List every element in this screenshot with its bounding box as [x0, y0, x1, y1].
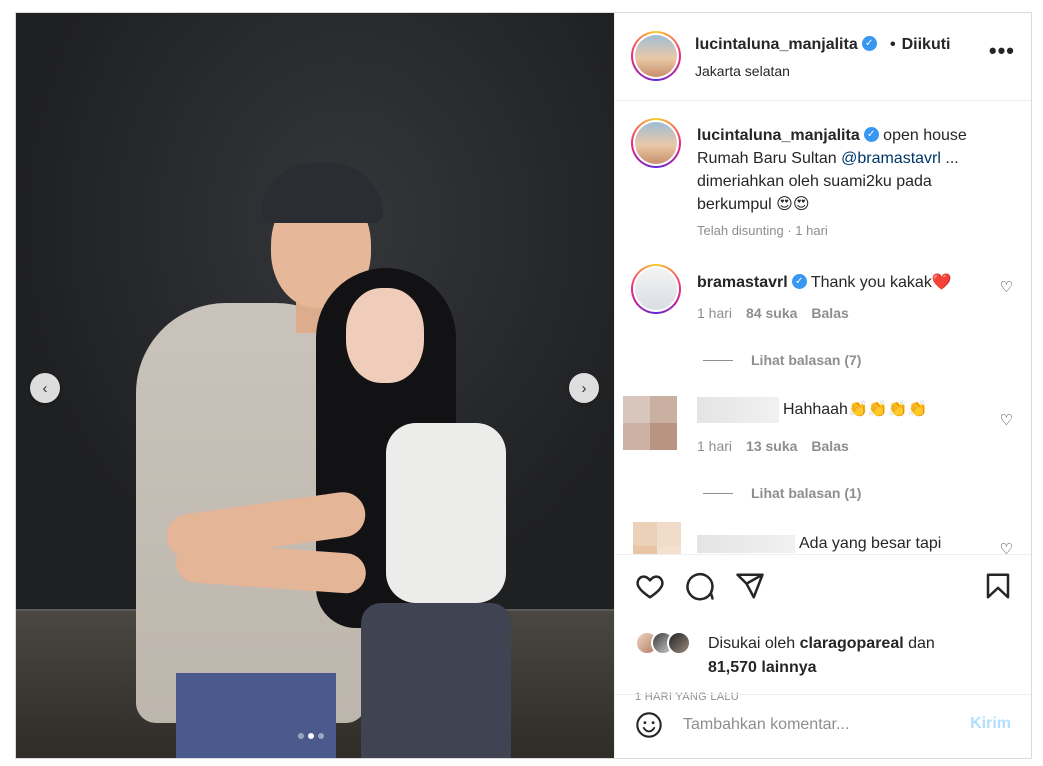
avatar[interactable]	[623, 396, 677, 450]
avatar[interactable]	[633, 522, 681, 554]
verified-badge-icon: ✓	[861, 36, 877, 52]
comment-username[interactable]	[697, 397, 779, 423]
location-link[interactable]: Jakarta selatan	[695, 63, 790, 79]
likes-count-link[interactable]: 81,570 lainnya	[708, 659, 817, 676]
comment-text: Ada yang besar tapi	[697, 534, 987, 554]
caption-text: lucintaluna_manjalita ✓ open house Rumah …	[697, 127, 967, 213]
carousel-dot	[298, 733, 304, 739]
post-photo[interactable]: ‹ ›	[16, 13, 614, 758]
carousel-indicator	[298, 733, 324, 739]
reply-button[interactable]: Balas	[811, 438, 848, 454]
carousel-dot	[318, 733, 324, 739]
chevron-right-icon: ›	[581, 379, 587, 397]
comment-likes[interactable]: 84 suka	[746, 305, 797, 321]
comment-username[interactable]: bramastavrl ✓	[697, 274, 807, 291]
comments-section: lucintaluna_manjalita ✓ open house Rumah …	[615, 102, 1031, 554]
comment-text: Hahhaah👏👏👏👏	[697, 397, 987, 423]
like-heart-icon[interactable]	[635, 571, 665, 601]
comment-like-heart-icon[interactable]: ♡	[1000, 540, 1013, 554]
comment-text: bramastavrl ✓ Thank you kakak❤️	[697, 274, 952, 291]
liked-by-user-link[interactable]: claragopareal	[800, 635, 904, 652]
reply-button[interactable]: Balas	[811, 305, 848, 321]
carousel-dot-active	[308, 733, 314, 739]
view-replies-button[interactable]: Lihat balasan (7)	[703, 352, 861, 368]
emoji-icon[interactable]	[635, 711, 663, 739]
mention-link[interactable]: @bramastavrl	[841, 150, 941, 167]
comment-username[interactable]	[697, 534, 795, 553]
comment-bubble-icon[interactable]	[685, 571, 715, 601]
comment-like-heart-icon[interactable]: ♡	[1000, 411, 1013, 429]
avatar[interactable]	[631, 118, 681, 168]
author-username[interactable]: lucintaluna_manjalita ✓	[695, 36, 877, 54]
post-comment-button[interactable]: Kirim	[970, 715, 1011, 733]
carousel-prev-button[interactable]: ‹	[30, 373, 60, 403]
comment-meta: 1 hari 84 suka Balas	[697, 305, 849, 321]
post-modal: ‹ › lucintaluna_manjalita ✓ • Diikuti Jaka…	[15, 12, 1032, 759]
comment-meta: 1 hari 13 suka Balas	[697, 438, 849, 454]
comment-likes[interactable]: 13 suka	[746, 438, 797, 454]
avatar[interactable]	[631, 264, 681, 314]
verified-badge-icon: ✓	[791, 274, 807, 290]
caption-username[interactable]: lucintaluna_manjalita ✓	[697, 127, 879, 144]
share-send-icon[interactable]	[735, 571, 765, 601]
caption-meta: Telah disunting · 1 hari	[697, 223, 828, 238]
bookmark-save-icon[interactable]	[983, 571, 1013, 601]
carousel-next-button[interactable]: ›	[569, 373, 599, 403]
post-sidebar: lucintaluna_manjalita ✓ • Diikuti Jakarta …	[614, 13, 1031, 758]
avatar	[667, 631, 691, 655]
follow-status-button[interactable]: • Diikuti	[890, 36, 951, 54]
liked-by-text: Disukai oleh claragopareal dan 81,570 la…	[708, 635, 935, 676]
post-header: lucintaluna_manjalita ✓ • Diikuti Jakarta …	[615, 13, 1031, 101]
avatar[interactable]	[631, 31, 681, 81]
verified-badge-icon: ✓	[863, 127, 879, 143]
liked-by-avatars[interactable]	[635, 631, 691, 655]
chevron-left-icon: ‹	[42, 379, 48, 397]
comment-input[interactable]	[683, 709, 953, 741]
more-options-icon[interactable]: •••	[989, 40, 1015, 62]
view-replies-button[interactable]: Lihat balasan (1)	[703, 485, 861, 501]
comment-like-heart-icon[interactable]: ♡	[1000, 278, 1013, 296]
post-actions: Disukai oleh claragopareal dan 81,570 la…	[615, 554, 1031, 704]
comment-composer: Kirim	[615, 694, 1031, 758]
